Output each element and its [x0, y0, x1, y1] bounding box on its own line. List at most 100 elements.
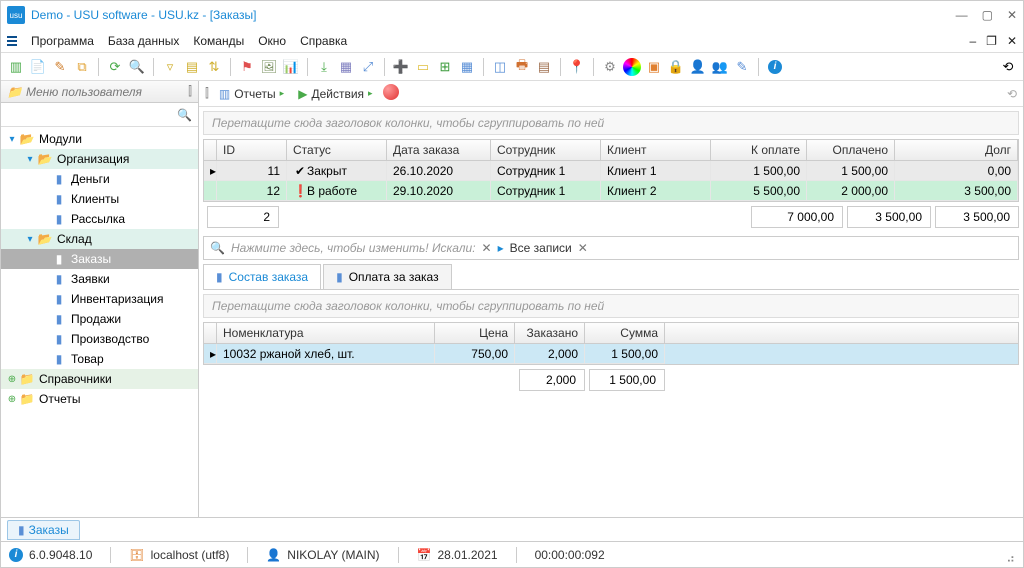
- close-button[interactable]: ✕: [1007, 8, 1017, 22]
- footer-debt: 3 500,00: [935, 206, 1019, 228]
- tree-reports[interactable]: ⊕📁Отчеты: [1, 389, 198, 409]
- stop-icon[interactable]: [383, 84, 399, 103]
- detail-group-hint[interactable]: Перетащите сюда заголовок колонки, чтобы…: [203, 294, 1019, 318]
- dfooter-sum: 1 500,00: [589, 369, 665, 391]
- tb-user-icon[interactable]: 👤: [689, 58, 707, 76]
- tb-lock-icon[interactable]: 🔒: [667, 58, 685, 76]
- tb-filter-icon[interactable]: ▿: [161, 58, 179, 76]
- tb-clean-icon[interactable]: ✎: [733, 58, 751, 76]
- group-by-hint[interactable]: Перетащите сюда заголовок колонки, чтобы…: [203, 111, 1019, 135]
- tb-chart-icon[interactable]: 📊: [282, 58, 300, 76]
- tb-excel-icon[interactable]: ⊞: [436, 58, 454, 76]
- col-client[interactable]: Клиент: [601, 140, 711, 160]
- tree-clients[interactable]: ▮Клиенты: [1, 189, 198, 209]
- tb-add-icon[interactable]: ➕: [392, 58, 410, 76]
- tb-refresh-icon[interactable]: ⟳: [106, 58, 124, 76]
- tb-print-icon[interactable]: 🖶: [513, 58, 531, 76]
- tb-group-icon[interactable]: ▤: [183, 58, 201, 76]
- tb-users-icon[interactable]: 👥: [711, 58, 729, 76]
- minimize-button[interactable]: —: [956, 8, 968, 22]
- tb-layers-icon[interactable]: ▤: [535, 58, 553, 76]
- col-employee[interactable]: Сотрудник: [491, 140, 601, 160]
- dcol-sum[interactable]: Сумма: [585, 323, 665, 343]
- menu-database[interactable]: База данных: [108, 34, 179, 48]
- tb-note-icon[interactable]: ▭: [414, 58, 432, 76]
- title-bar: usu Demo - USU software - USU.kz - [Зака…: [1, 1, 1023, 29]
- orders-footer: 2 7 000,00 3 500,00 3 500,00: [203, 206, 1019, 228]
- database-icon: 🗄: [129, 548, 144, 562]
- check-icon: ✔: [293, 163, 307, 179]
- mdi-minimize-button[interactable]: –: [969, 34, 976, 48]
- dcol-price[interactable]: Цена: [435, 323, 515, 343]
- col-date[interactable]: Дата заказа: [387, 140, 491, 160]
- tree-money[interactable]: ▮Деньги: [1, 169, 198, 189]
- cycle-icon[interactable]: ⟲: [1007, 87, 1017, 101]
- tree-production[interactable]: ▮Производство: [1, 329, 198, 349]
- detail-tabs: ▮Состав заказа ▮Оплата за заказ: [203, 264, 1019, 290]
- actions-button[interactable]: ▶Действия▸: [294, 85, 376, 103]
- tb-window-icon[interactable]: ◫: [491, 58, 509, 76]
- tree-goods[interactable]: ▮Товар: [1, 349, 198, 369]
- menu-commands[interactable]: Команды: [193, 34, 244, 48]
- col-debt[interactable]: Долг: [895, 140, 1018, 160]
- tree-modules[interactable]: ▾📂Модули: [1, 129, 198, 149]
- detail-row[interactable]: ▸ 10032 ржаной хлеб, шт. 750,00 2,000 1 …: [204, 344, 1018, 364]
- mdi-close-button[interactable]: ✕: [1007, 34, 1017, 48]
- tb-search-icon[interactable]: 🔍: [128, 58, 146, 76]
- col-id[interactable]: ID: [217, 140, 287, 160]
- sidebar-search[interactable]: 🔍: [1, 103, 198, 127]
- tb-open-icon[interactable]: 📄: [29, 58, 47, 76]
- dcol-qty[interactable]: Заказано: [515, 323, 585, 343]
- tb-pin-icon[interactable]: 📍: [568, 58, 586, 76]
- tree-requests[interactable]: ▮Заявки: [1, 269, 198, 289]
- tree-warehouse[interactable]: ▾📂Склад: [1, 229, 198, 249]
- col-due[interactable]: К оплате: [711, 140, 807, 160]
- tree-sales[interactable]: ▮Продажи: [1, 309, 198, 329]
- doc-tab-orders[interactable]: ▮Заказы: [7, 520, 80, 540]
- close-search-icon[interactable]: ✕: [482, 241, 492, 255]
- tree-organization[interactable]: ▾📂Организация: [1, 149, 198, 169]
- tb-export-icon[interactable]: ⤓: [315, 58, 333, 76]
- reports-button[interactable]: ▥Отчеты▸: [215, 85, 288, 103]
- order-row[interactable]: 12 ❗В работе 29.10.2020 Сотрудник 1 Клие…: [204, 181, 1018, 201]
- tb-edit-icon[interactable]: ✎: [51, 58, 69, 76]
- detail-grid: Номенклатура Цена Заказано Сумма ▸ 10032…: [203, 322, 1019, 365]
- menu-window[interactable]: Окно: [258, 34, 286, 48]
- tb-cycle-icon[interactable]: ⟲: [999, 58, 1017, 76]
- tb-rss-icon[interactable]: ▣: [645, 58, 663, 76]
- tb-flag-icon[interactable]: ⚑: [238, 58, 256, 76]
- tab-order-payment[interactable]: ▮Оплата за заказ: [323, 264, 451, 289]
- tree-references[interactable]: ⊕📁Справочники: [1, 369, 198, 389]
- tb-columns-icon[interactable]: ▦: [337, 58, 355, 76]
- tb-sort-icon[interactable]: ⇅: [205, 58, 223, 76]
- tree-inventory[interactable]: ▮Инвентаризация: [1, 289, 198, 309]
- search-bar[interactable]: 🔍 Нажмите здесь, чтобы изменить! Искали:…: [203, 236, 1019, 260]
- col-status[interactable]: Статус: [287, 140, 387, 160]
- tb-info-icon[interactable]: i: [766, 58, 784, 76]
- status-date: 28.01.2021: [438, 548, 498, 562]
- tree-orders[interactable]: ▮Заказы: [1, 249, 198, 269]
- tb-image-icon[interactable]: 🖼: [260, 58, 278, 76]
- detail-footer: 2,000 1 500,00: [203, 369, 1019, 391]
- menu-program[interactable]: Программа: [31, 34, 94, 48]
- resize-grip-icon[interactable]: ⣠: [1006, 548, 1015, 562]
- tb-color-icon[interactable]: [623, 58, 641, 76]
- order-row[interactable]: ▸ 11 ✔Закрыт 26.10.2020 Сотрудник 1 Клие…: [204, 161, 1018, 181]
- col-paid[interactable]: Оплачено: [807, 140, 895, 160]
- maximize-button[interactable]: ▢: [982, 8, 993, 22]
- mdi-restore-button[interactable]: ❐: [986, 34, 997, 48]
- tb-gear-icon[interactable]: ⚙: [601, 58, 619, 76]
- tb-grid-icon[interactable]: ▦: [458, 58, 476, 76]
- pin-icon[interactable]: ⫿: [188, 84, 192, 99]
- tree-mailing[interactable]: ▮Рассылка: [1, 209, 198, 229]
- status-bar: i6.0.9048.10 🗄localhost (utf8) 👤NIKOLAY …: [1, 541, 1023, 567]
- tb-expand-icon[interactable]: ⤢: [359, 58, 377, 76]
- menu-help[interactable]: Справка: [300, 34, 347, 48]
- tab-order-contents[interactable]: ▮Состав заказа: [203, 264, 321, 289]
- close-filter-icon[interactable]: ✕: [578, 241, 588, 255]
- tb-copy-icon[interactable]: ⧉: [73, 58, 91, 76]
- main-toolbar: ▥ 📄 ✎ ⧉ ⟳ 🔍 ▿ ▤ ⇅ ⚑ 🖼 📊 ⤓ ▦ ⤢ ➕ ▭ ⊞ ▦ ◫ …: [1, 53, 1023, 81]
- tb-new-icon[interactable]: ▥: [7, 58, 25, 76]
- dcol-nomenclature[interactable]: Номенклатура: [217, 323, 435, 343]
- footer-paid: 3 500,00: [847, 206, 931, 228]
